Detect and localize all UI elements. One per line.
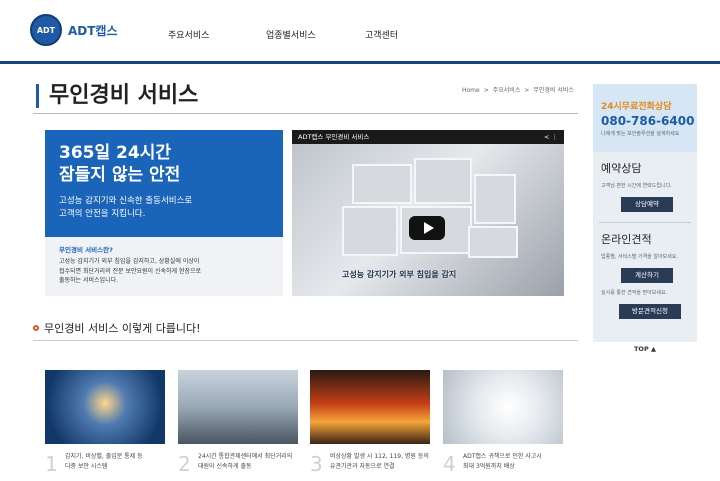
free-call-panel: 24시무료전화상담 080-786-6400 나에게 맞는 보안솔루션을 설계하… [593,84,697,152]
feature-number: 4 [443,452,456,476]
reserve-consult-button[interactable]: 상담예약 [621,197,673,212]
feature-caption-line: 감지기, 비상벨, 출입문 통제 등 [65,453,143,460]
promo-headline-1: 365일 24시간 [59,143,171,163]
reservation-note: 고객님 편한 시간에 연락드립니다. [601,183,672,189]
floorplan-room [474,174,516,224]
section-divider [33,340,578,341]
breadcrumb-current: 무인경비 서비스 [533,87,574,94]
promo-headline-2: 잠들지 않는 안전 [59,165,181,185]
quick-menu-sidebar: 24시무료전화상담 080-786-6400 나에게 맞는 보안솔루션을 설계하… [593,84,697,342]
section-title: 무인경비 서비스 이렇게 다릅니다! [44,322,201,335]
feature-caption-line: 최대 3억원까지 배상 [463,462,515,470]
video-title-bar: ADT캡스 무인경비 서비스 < ⋮ [292,130,564,144]
floorplan-room [468,226,518,258]
video-thumbnail: 고성능 감지기가 외부 침입을 감지 [292,144,564,296]
breadcrumb-home[interactable]: Home [462,87,480,94]
feature-card-dispatch[interactable]: 2 24시간 통합관제센터에서 최단거리의 대원이 신속하게 출동 [178,370,298,476]
reservation-title: 예약상담 [601,162,642,175]
more-options-icon[interactable]: ⋮ [552,133,559,141]
adt-caps-logo[interactable]: ADT ADT캡스 [30,14,118,46]
reservation-panel: 예약상담 고객님 편한 시간에 연락드립니다. 상담예약 [593,152,697,212]
feature-caption-line: 24시간 통합관제센터에서 최단거리의 [198,453,293,460]
promo-desc-2: 접수되면 최단거리의 전문 보안요원이 신속하게 현장으로 [59,267,202,275]
feature-caption-line: 유관기관과 자동으로 연결 [330,462,395,470]
feature-caption-line: 비상상황 발생 시 112, 119, 병원 등의 [330,453,429,460]
promo-subtext-1: 고성능 감지기와 신속한 출동서비스로 [59,196,193,206]
logo-badge: ADT [30,14,62,46]
promo-question: 무인경비 서비스란? [59,246,113,254]
page-title: 무인경비 서비스 [36,84,198,108]
feature-caption-line: 대원이 신속하게 출동 [198,462,252,470]
visit-estimate-button[interactable]: 방문견적신청 [619,304,681,319]
breadcrumb: Home > 주요서비스 > 무인경비 서비스 [462,85,578,94]
nav-customer-center[interactable]: 고객센터 [365,28,398,41]
promo-banner: 365일 24시간 잠들지 않는 안전 고성능 감지기와 신속한 출동서비스로 … [45,130,283,237]
estimate-title: 온라인견적 [601,233,652,246]
circle-bullet-icon [33,325,39,331]
feature-image-security-network [45,370,165,444]
feature-number: 3 [310,452,323,476]
scroll-top-button[interactable]: TOP ▲ [634,345,656,353]
feature-image-fire-truck [310,370,430,444]
estimate-panel: 온라인견적 업종별, 서비스별 가격을 알아보세요. 계산하기 실사를 통한 견… [593,223,697,319]
share-icon[interactable]: < [544,133,549,141]
feature-caption-line: 다중 보안 시스템 [65,462,108,470]
nav-industry-services[interactable]: 업종별서비스 [266,28,316,41]
feature-number: 2 [178,452,191,476]
play-button[interactable] [409,216,445,240]
floorplan-room [342,206,398,256]
breadcrumb-main-services[interactable]: 주요서비스 [493,87,521,94]
feature-card-multi-security[interactable]: 1 감지기, 비상벨, 출입문 통제 등 다중 보안 시스템 [45,370,165,476]
feature-number: 1 [45,452,58,476]
top-header: ADT ADT캡스 주요서비스 업종별서비스 고객센터 [0,0,720,64]
feature-image-protection-hand [443,370,563,444]
promo-box: 365일 24시간 잠들지 않는 안전 고성능 감지기와 신속한 출동서비스로 … [45,130,283,296]
breadcrumb-separator: > [483,87,489,94]
free-call-label: 24시무료전화상담 [601,102,672,112]
phone-number[interactable]: 080-786-6400 [601,114,697,128]
nav-main-services[interactable]: 주요서비스 [168,28,209,41]
floorplan-room [352,164,412,204]
video-player[interactable]: ADT캡스 무인경비 서비스 < ⋮ 고성능 감지기가 외부 침입을 감지 [292,130,564,296]
promo-subtext-2: 고객의 안전을 지킵니다. [59,209,146,219]
feature-caption-line: ADT캡스 귀책으로 인한 사고시 [463,453,542,460]
visit-estimate-note: 실사를 통한 견적을 받아보세요. [601,290,668,296]
section-heading: 무인경비 서비스 이렇게 다릅니다! [33,320,201,336]
feature-image-patrol-car [178,370,298,444]
floorplan-room [414,158,472,204]
logo-text: ADT캡스 [68,23,118,38]
breadcrumb-separator: > [524,87,530,94]
video-title: ADT캡스 무인경비 서비스 [298,133,370,141]
title-divider [33,113,578,114]
calculate-button[interactable]: 계산하기 [621,268,673,283]
phone-note: 나에게 맞는 보안솔루션을 설계하세요 [601,131,680,137]
promo-desc-1: 고성능 감지기가 외부 침입을 감지하고, 상황실에 이상이 [59,258,200,265]
feature-card-emergency-link[interactable]: 3 비상상황 발생 시 112, 119, 병원 등의 유관기관과 자동으로 연… [310,370,430,476]
estimate-note: 업종별, 서비스별 가격을 알아보세요. [601,254,678,260]
promo-desc-3: 출동하는 서비스입니다. [59,277,119,284]
feature-card-compensation[interactable]: 4 ADT캡스 귀책으로 인한 사고시 최대 3억원까지 배상 [443,370,563,476]
video-caption: 고성능 감지기가 외부 침입을 감지 [342,270,457,279]
